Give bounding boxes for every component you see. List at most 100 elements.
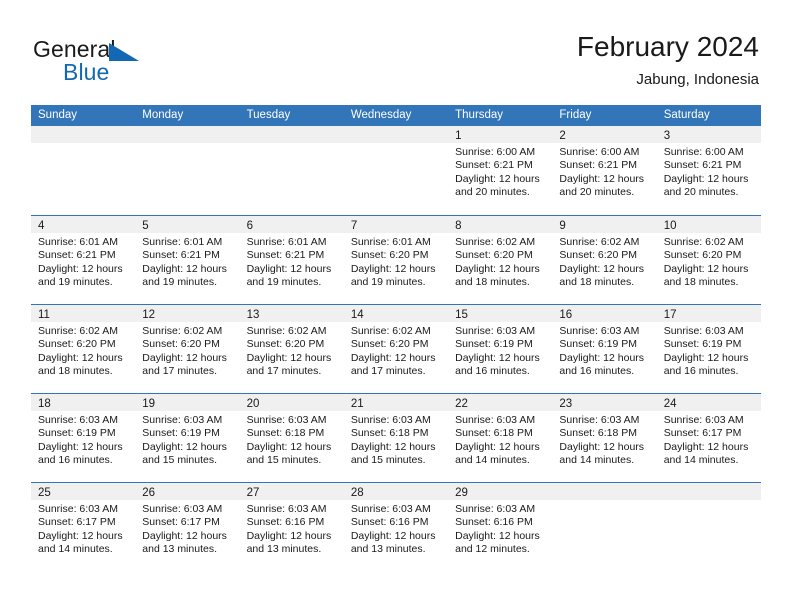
day-details: Sunrise: 6:00 AM Sunset: 6:21 PM Dayligh… [657,143,761,200]
day-number-band: 5 [135,216,240,233]
day-number: 18 [38,398,51,410]
day-details: Sunrise: 6:02 AM Sunset: 6:20 PM Dayligh… [657,233,761,290]
day-cell[interactable]: 29 Sunrise: 6:03 AM Sunset: 6:16 PM Dayl… [448,483,553,571]
day-details: Sunrise: 6:02 AM Sunset: 6:20 PM Dayligh… [344,322,448,379]
day-cell[interactable]: 8 Sunrise: 6:02 AM Sunset: 6:20 PM Dayli… [448,216,553,304]
sunset-text: Sunset: 6:21 PM [246,249,325,262]
day-details: Sunrise: 6:03 AM Sunset: 6:19 PM Dayligh… [31,411,135,468]
sunrise-text: Sunrise: 6:02 AM [142,325,223,337]
sunset-text: Sunset: 6:18 PM [350,427,429,440]
day-cell[interactable]: 16 Sunrise: 6:03 AM Sunset: 6:19 PM Dayl… [552,305,657,393]
sunset-text: Sunset: 6:19 PM [455,338,533,351]
day-cell[interactable] [31,126,136,215]
day-number-band: 10 [656,216,761,233]
daylight-text: Daylight: 12 hours and 19 minutes. [350,262,436,289]
sunset-text: Sunset: 6:20 PM [663,249,742,262]
day-cell[interactable]: 12 Sunrise: 6:02 AM Sunset: 6:20 PM Dayl… [135,305,240,393]
sunset-text: Sunset: 6:19 PM [142,427,220,440]
sunset-text: Sunset: 6:19 PM [38,427,116,440]
day-cell[interactable]: 3 Sunrise: 6:00 AM Sunset: 6:21 PM Dayli… [656,126,761,215]
day-cell[interactable]: 11 Sunrise: 6:02 AM Sunset: 6:20 PM Dayl… [31,305,136,393]
page-title: February 2024 [576,31,759,62]
sunset-text: Sunset: 6:19 PM [559,338,638,351]
day-details: Sunrise: 6:03 AM Sunset: 6:19 PM Dayligh… [552,322,656,379]
day-cell[interactable]: 18 Sunrise: 6:03 AM Sunset: 6:19 PM Dayl… [31,394,136,482]
daylight-text: Daylight: 12 hours and 14 minutes. [38,529,123,556]
sunset-text: Sunset: 6:17 PM [142,516,220,529]
day-cell[interactable]: 14 Sunrise: 6:02 AM Sunset: 6:20 PM Dayl… [343,305,449,393]
day-details: Sunrise: 6:01 AM Sunset: 6:21 PM Dayligh… [31,233,135,290]
day-cell[interactable]: 5 Sunrise: 6:01 AM Sunset: 6:21 PM Dayli… [135,216,240,304]
sunset-text: Sunset: 6:18 PM [559,427,638,440]
day-cell[interactable]: 23 Sunrise: 6:03 AM Sunset: 6:18 PM Dayl… [552,394,657,482]
day-details: Sunrise: 6:03 AM Sunset: 6:18 PM Dayligh… [448,411,552,468]
day-cell[interactable]: 15 Sunrise: 6:03 AM Sunset: 6:19 PM Dayl… [448,305,553,393]
day-number-band [31,126,136,143]
day-cell[interactable]: 17 Sunrise: 6:03 AM Sunset: 6:19 PM Dayl… [656,305,761,393]
day-number-band: 23 [552,394,657,411]
title-block: February 2024 Jabung, Indonesia [577,30,759,91]
day-number: 27 [246,487,260,499]
day-number-band [135,126,240,143]
daylight-text: Daylight: 12 hours and 20 minutes. [663,172,749,199]
day-number: 28 [350,487,364,499]
day-details: Sunrise: 6:01 AM Sunset: 6:21 PM Dayligh… [240,233,344,290]
day-details [344,143,448,146]
day-cell[interactable]: 10 Sunrise: 6:02 AM Sunset: 6:20 PM Dayl… [656,216,761,304]
daylight-text: Daylight: 12 hours and 15 minutes. [246,440,332,467]
sunset-text: Sunset: 6:17 PM [38,516,116,529]
day-cell[interactable] [552,483,657,571]
sunset-text: Sunset: 6:20 PM [246,338,325,351]
day-cell[interactable] [343,126,449,215]
day-number: 25 [38,487,51,499]
sunrise-text: Sunrise: 6:02 AM [246,325,327,337]
sunrise-text: Sunrise: 6:03 AM [559,325,640,337]
day-cell[interactable]: 21 Sunrise: 6:03 AM Sunset: 6:18 PM Dayl… [343,394,449,482]
day-number-band [343,126,449,143]
day-number: 21 [350,398,364,410]
day-cell[interactable] [656,483,761,571]
day-number: 14 [350,309,364,321]
day-cell[interactable]: 7 Sunrise: 6:01 AM Sunset: 6:20 PM Dayli… [343,216,449,304]
sunrise-text: Sunrise: 6:02 AM [38,325,118,337]
brand-logo[interactable]: General Blue [33,36,233,92]
daylight-text: Daylight: 12 hours and 13 minutes. [350,529,436,556]
day-cell[interactable]: 27 Sunrise: 6:03 AM Sunset: 6:16 PM Dayl… [239,483,344,571]
day-number-band: 8 [448,216,553,233]
day-cell[interactable] [135,126,240,215]
week-row: 18 Sunrise: 6:03 AM Sunset: 6:19 PM Dayl… [31,393,761,482]
day-cell[interactable]: 6 Sunrise: 6:01 AM Sunset: 6:21 PM Dayli… [239,216,344,304]
sunrise-text: Sunrise: 6:03 AM [350,503,431,515]
sunrise-text: Sunrise: 6:03 AM [663,325,744,337]
calendar-grid: Sunday Monday Tuesday Wednesday Thursday… [31,105,761,571]
daylight-text: Daylight: 12 hours and 18 minutes. [663,262,749,289]
day-details: Sunrise: 6:03 AM Sunset: 6:19 PM Dayligh… [135,411,239,468]
day-cell[interactable]: 28 Sunrise: 6:03 AM Sunset: 6:16 PM Dayl… [343,483,449,571]
day-cell[interactable]: 22 Sunrise: 6:03 AM Sunset: 6:18 PM Dayl… [448,394,553,482]
day-cell[interactable]: 4 Sunrise: 6:01 AM Sunset: 6:21 PM Dayli… [31,216,136,304]
daylight-text: Daylight: 12 hours and 14 minutes. [455,440,540,467]
day-details: Sunrise: 6:03 AM Sunset: 6:18 PM Dayligh… [344,411,448,468]
week-row: 25 Sunrise: 6:03 AM Sunset: 6:17 PM Dayl… [31,482,761,571]
day-cell[interactable]: 9 Sunrise: 6:02 AM Sunset: 6:20 PM Dayli… [552,216,657,304]
day-number: 22 [455,398,468,410]
daylight-text: Daylight: 12 hours and 20 minutes. [559,172,645,199]
day-cell[interactable]: 20 Sunrise: 6:03 AM Sunset: 6:18 PM Dayl… [239,394,344,482]
day-number: 8 [455,220,462,232]
day-cell[interactable]: 13 Sunrise: 6:02 AM Sunset: 6:20 PM Dayl… [239,305,344,393]
sunset-text: Sunset: 6:18 PM [246,427,325,440]
day-number-band: 6 [239,216,344,233]
daylight-text: Daylight: 12 hours and 18 minutes. [455,262,540,289]
day-cell[interactable]: 26 Sunrise: 6:03 AM Sunset: 6:17 PM Dayl… [135,483,240,571]
day-cell[interactable]: 24 Sunrise: 6:03 AM Sunset: 6:17 PM Dayl… [656,394,761,482]
day-cell[interactable] [239,126,344,215]
sunrise-text: Sunrise: 6:03 AM [350,414,431,426]
weekday-header-monday: Monday [142,109,184,121]
day-cell[interactable]: 25 Sunrise: 6:03 AM Sunset: 6:17 PM Dayl… [31,483,136,571]
day-number-band: 29 [448,483,553,500]
sunrise-text: Sunrise: 6:03 AM [559,414,640,426]
day-cell[interactable]: 19 Sunrise: 6:03 AM Sunset: 6:19 PM Dayl… [135,394,240,482]
day-cell[interactable]: 2 Sunrise: 6:00 AM Sunset: 6:21 PM Dayli… [552,126,657,215]
day-cell[interactable]: 1 Sunrise: 6:00 AM Sunset: 6:21 PM Dayli… [448,126,553,215]
day-number: 15 [455,309,468,321]
